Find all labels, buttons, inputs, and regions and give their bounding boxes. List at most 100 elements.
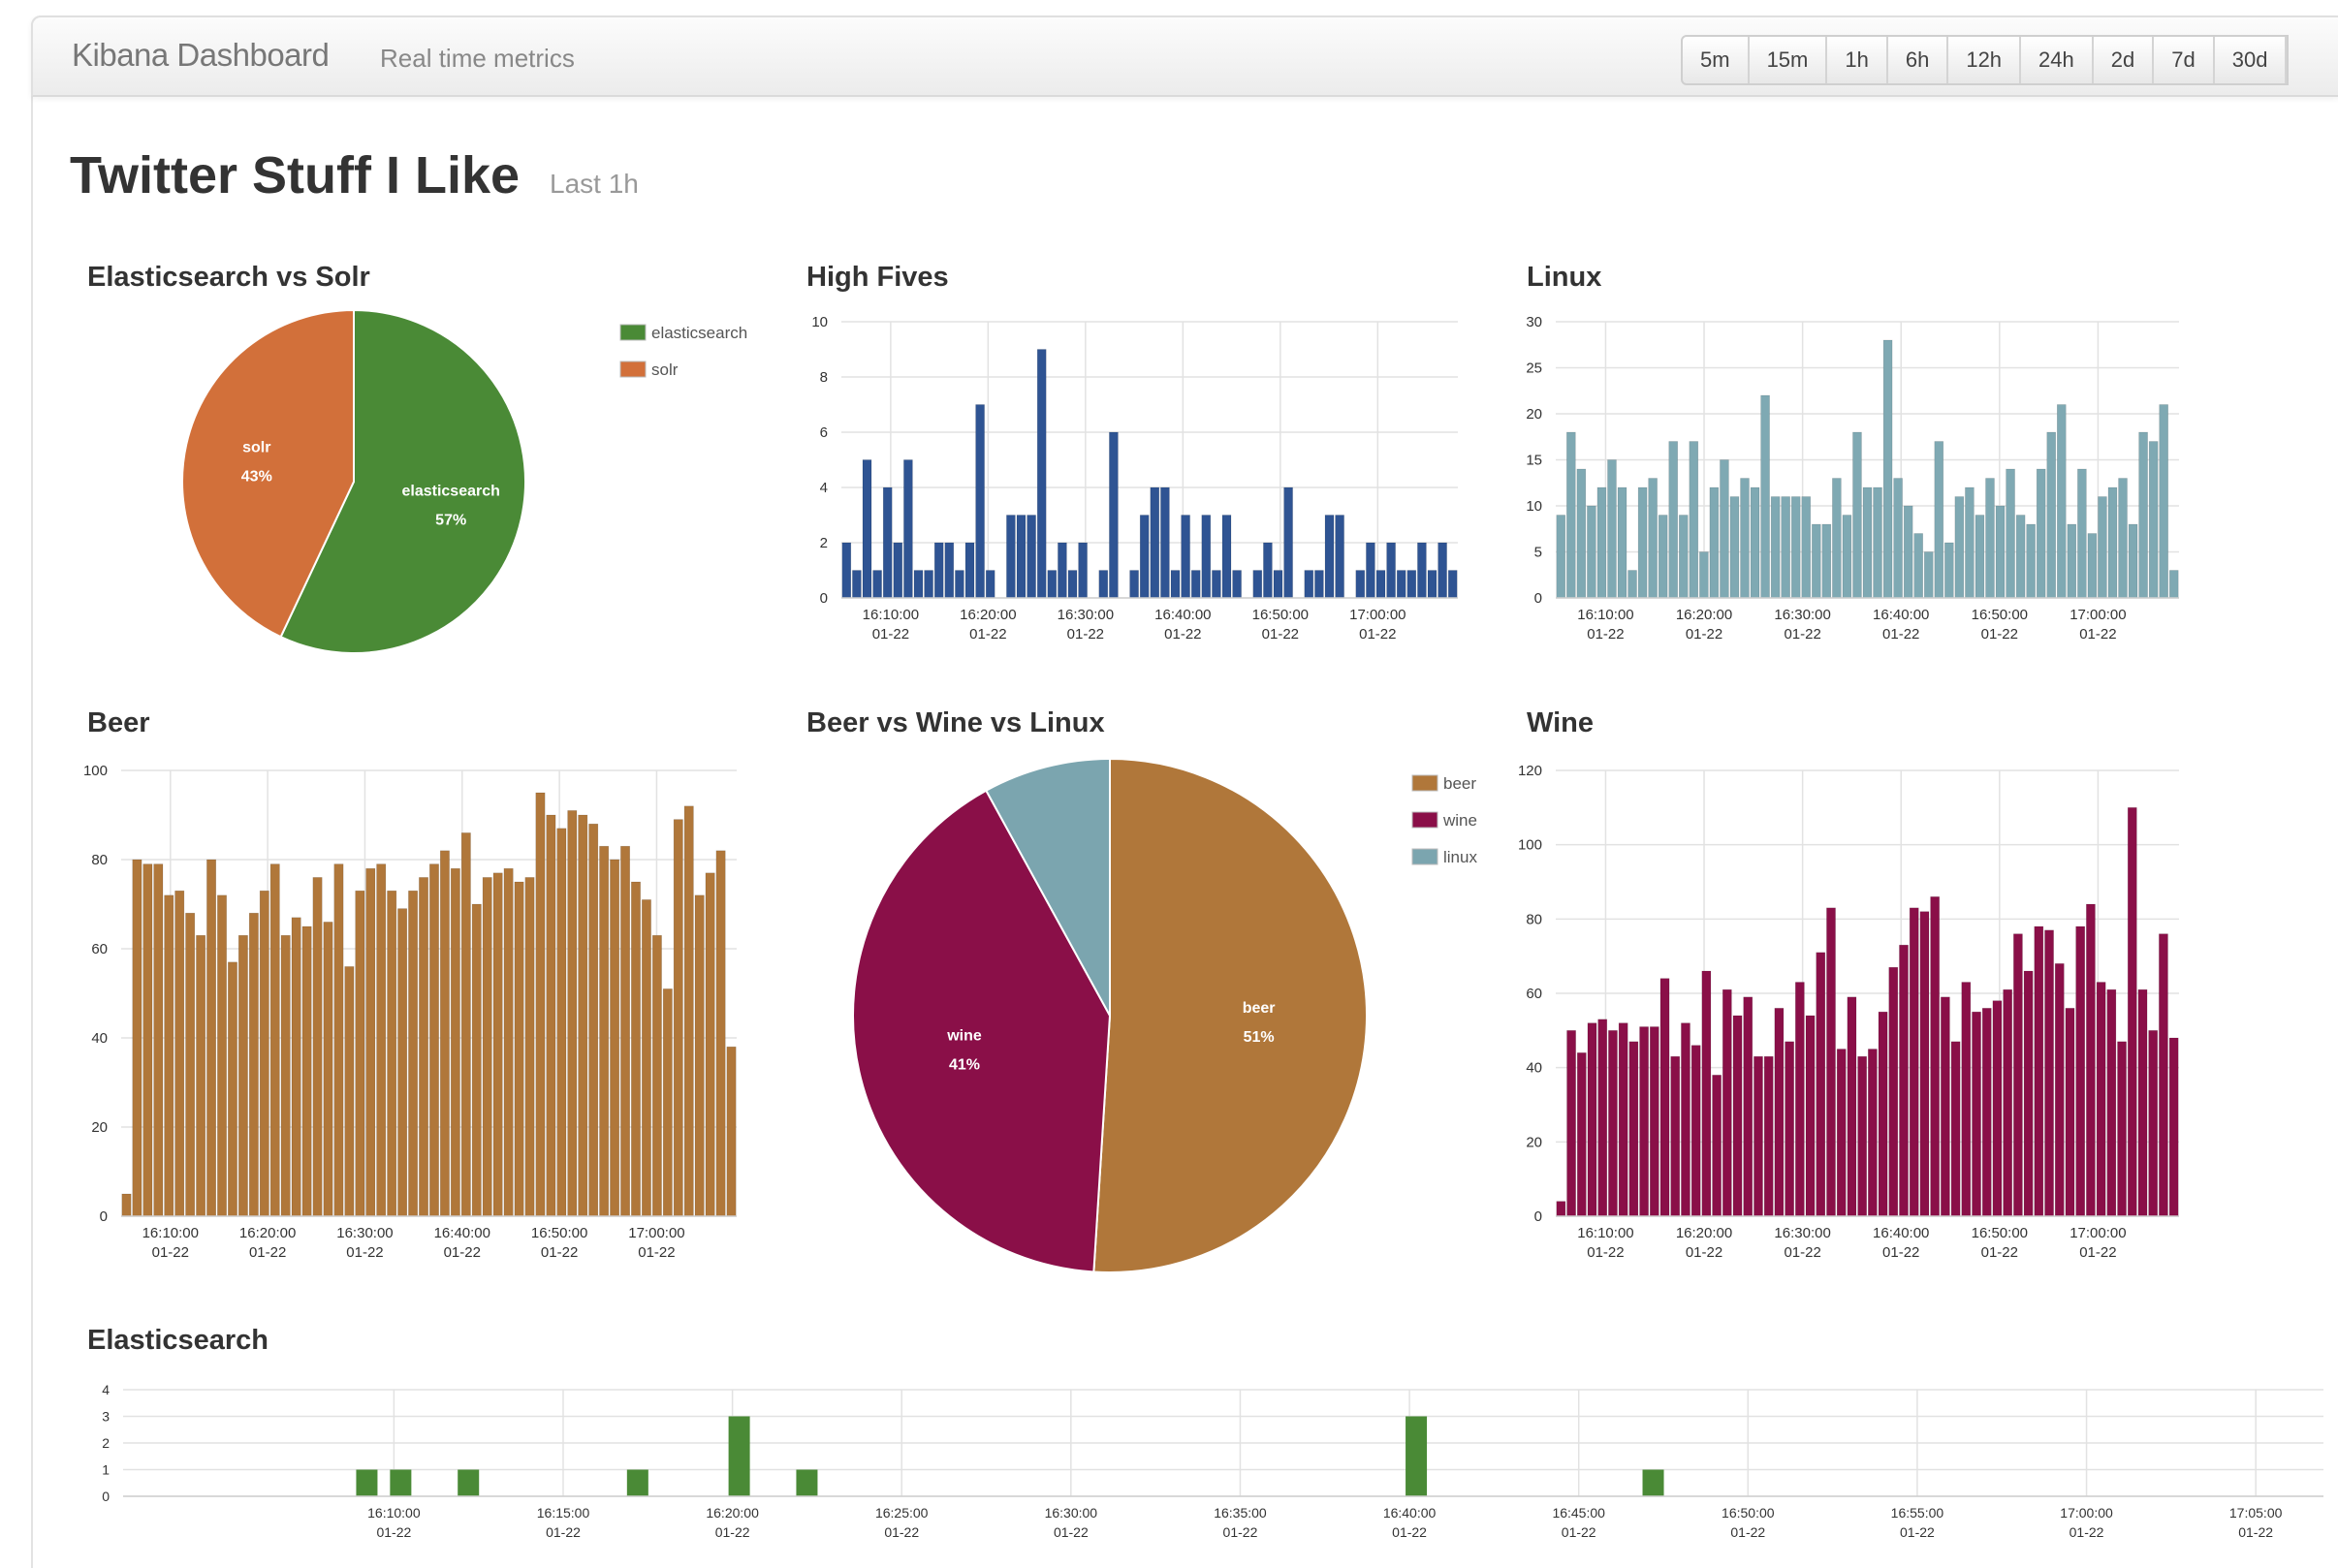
pie-slice-percent: 43% <box>241 469 272 486</box>
x-tick-label: 16:40:00 <box>1873 1225 1929 1241</box>
bar <box>1954 496 1965 599</box>
bar <box>1909 907 1919 1217</box>
x-tick-date-label: 01-22 <box>249 1244 286 1261</box>
y-tick-label: 8 <box>820 369 828 386</box>
time-range-button-30d[interactable]: 30d <box>2215 37 2288 83</box>
bar <box>651 934 662 1217</box>
bar <box>439 850 450 1217</box>
bar <box>2057 404 2067 599</box>
time-range-button-7d[interactable]: 7d <box>2154 37 2215 83</box>
bar <box>1899 944 1909 1217</box>
time-range-button-24h[interactable]: 24h <box>2021 37 2094 83</box>
bar <box>227 961 237 1217</box>
bar <box>1396 570 1406 599</box>
bar <box>1878 1011 1888 1217</box>
bar <box>1847 996 1857 1217</box>
time-range-button-6h[interactable]: 6h <box>1888 37 1949 83</box>
x-tick-label: 16:10:00 <box>1577 607 1633 623</box>
y-tick-label: 60 <box>91 941 108 957</box>
x-tick-date-label: 01-22 <box>546 1524 581 1540</box>
bar <box>2023 970 2034 1217</box>
bar <box>2148 1030 2159 1217</box>
bar <box>588 823 599 1217</box>
bar <box>2148 441 2159 599</box>
bar <box>1608 1030 1618 1217</box>
bar <box>1109 431 1119 599</box>
bar <box>1427 570 1438 599</box>
bar <box>1335 515 1344 599</box>
time-range-button-5m[interactable]: 5m <box>1683 37 1750 83</box>
time-range-button-2d[interactable]: 2d <box>2094 37 2155 83</box>
bar <box>1720 459 1729 599</box>
panel-title-linux: Linux <box>1527 262 1602 293</box>
brand-title[interactable]: Kibana Dashboard <box>72 37 330 74</box>
x-tick-label: 16:30:00 <box>1774 1225 1830 1241</box>
x-tick-date-label: 01-22 <box>1882 626 1919 643</box>
bar <box>841 542 852 599</box>
bar <box>1556 515 1566 599</box>
time-range-button-15m[interactable]: 15m <box>1750 37 1828 83</box>
pie-slice-beer[interactable] <box>1092 757 1368 1273</box>
y-tick-label: 2 <box>102 1435 110 1451</box>
y-tick-label: 40 <box>1526 1060 1542 1077</box>
bar <box>1406 1416 1428 1496</box>
bar <box>1770 496 1781 599</box>
x-tick-label: 16:15:00 <box>537 1505 590 1521</box>
legend-swatch <box>1411 848 1438 865</box>
bar <box>2015 515 2026 599</box>
bar <box>1941 996 1950 1217</box>
bar <box>2036 468 2046 599</box>
bar <box>1903 505 1913 599</box>
bar <box>280 934 291 1217</box>
bar <box>408 890 419 1217</box>
bar <box>492 872 503 1217</box>
bar <box>2159 933 2168 1217</box>
linux-bar-chart: 0 5 10 15 20 25 30 16:10:00 01-22 16:20:00 01-22 16… <box>1526 314 2179 643</box>
bar <box>1774 1008 1785 1217</box>
bar <box>1794 982 1805 1217</box>
x-tick-label: 16:20:00 <box>239 1225 296 1241</box>
bar <box>164 894 174 1217</box>
bar <box>944 542 955 599</box>
x-tick-label: 17:00:00 <box>2069 607 2126 623</box>
x-tick-date-label: 01-22 <box>1686 1244 1722 1261</box>
bar <box>1566 1030 1576 1217</box>
x-tick-date-label: 01-22 <box>376 1524 411 1540</box>
bar <box>376 863 387 1217</box>
bar <box>1842 515 1852 599</box>
top-navbar: Kibana Dashboard Real time metrics 5m 15m… <box>31 16 2338 97</box>
x-tick-label: 16:40:00 <box>1383 1505 1437 1521</box>
bar <box>1852 431 1862 599</box>
x-tick-label: 16:10:00 <box>1577 1225 1633 1241</box>
bar <box>355 890 365 1217</box>
x-tick-label: 16:50:00 <box>1972 607 2028 623</box>
bar <box>1790 496 1801 599</box>
x-tick-label: 16:40:00 <box>1873 607 1929 623</box>
legend-swatch <box>1411 774 1438 792</box>
bar <box>1981 1008 1992 1217</box>
bar <box>1857 1055 1868 1217</box>
x-tick-date-label: 01-22 <box>1686 626 1722 643</box>
time-range-button-12h[interactable]: 12h <box>1948 37 2022 83</box>
bar <box>333 863 344 1217</box>
bar <box>1016 515 1027 599</box>
bar <box>2044 929 2054 1217</box>
x-tick-label: 16:50:00 <box>531 1225 587 1241</box>
bar <box>1587 505 1596 599</box>
bar <box>1754 1055 1763 1217</box>
bar <box>964 542 975 599</box>
bar <box>1587 1022 1597 1217</box>
bar <box>1659 978 1670 1217</box>
x-tick-date-label: 01-22 <box>884 1524 919 1540</box>
bar <box>1232 570 1242 599</box>
panel-title-beer: Beer <box>87 707 150 738</box>
bar <box>1832 478 1842 599</box>
x-tick-label: 16:10:00 <box>142 1225 199 1241</box>
bar <box>1913 533 1923 599</box>
bar <box>524 877 535 1217</box>
legend-label: elasticsearch <box>651 324 747 342</box>
y-tick-label: 5 <box>1534 545 1542 561</box>
time-range-button-1h[interactable]: 1h <box>1827 37 1888 83</box>
bar <box>610 859 620 1217</box>
x-tick-date-label: 01-22 <box>638 1244 675 1261</box>
